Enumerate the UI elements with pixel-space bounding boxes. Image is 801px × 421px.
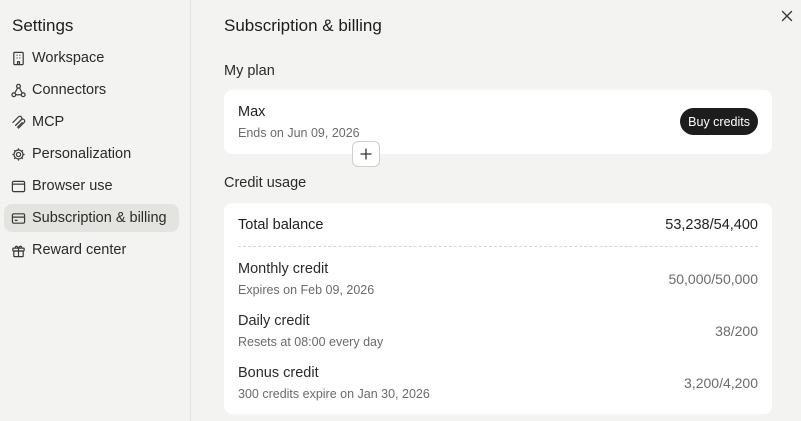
close-button[interactable] [779, 8, 795, 24]
plan-name: Max [238, 104, 266, 120]
building-icon [11, 51, 26, 66]
settings-sidebar: Settings Workspace Connectors MCP Person… [0, 0, 191, 421]
credit-detail: Resets at 08:00 every day [238, 335, 384, 349]
total-balance-label: Total balance [238, 217, 324, 233]
sidebar-item-label: Connectors [32, 82, 107, 98]
credit-value: 38/200 [715, 323, 758, 339]
sidebar-title: Settings [12, 16, 74, 35]
credit-usage-heading: Credit usage [224, 175, 307, 191]
credit-name: Monthly credit [238, 261, 329, 277]
add-button[interactable] [352, 141, 380, 167]
credit-usage-card: Total balance 53,238/54,400 Monthly cred… [224, 203, 772, 414]
sidebar-item-reward-center[interactable]: Reward center [4, 236, 179, 264]
credit-name: Daily credit [238, 313, 310, 329]
page-title: Subscription & billing [224, 16, 382, 35]
sidebar-item-personalization[interactable]: Personalization [4, 140, 179, 168]
gift-icon [11, 243, 26, 258]
buy-credits-button[interactable]: Buy credits [680, 108, 758, 135]
plus-icon [360, 148, 372, 160]
browser-icon [11, 179, 26, 194]
connectors-icon [11, 83, 26, 98]
sidebar-item-label: Subscription & billing [32, 210, 167, 226]
plan-end-date: Ends on Jun 09, 2026 [238, 126, 360, 140]
mcp-icon [11, 115, 26, 130]
sidebar-item-label: Personalization [32, 146, 132, 162]
plan-card: Max Ends on Jun 09, 2026 Buy credits [224, 90, 772, 167]
settings-nav: Workspace Connectors MCP Personalization… [4, 44, 179, 268]
total-balance-value: 53,238/54,400 [665, 217, 758, 233]
sidebar-item-label: MCP [32, 114, 65, 130]
sidebar-item-label: Workspace [32, 50, 105, 66]
my-plan-heading: My plan [224, 63, 275, 79]
close-icon [781, 10, 793, 22]
sidebar-item-mcp[interactable]: MCP [4, 108, 179, 136]
main-panel: Subscription & billing My plan Max Ends … [192, 0, 801, 421]
credit-row-monthly: Monthly credit Expires on Feb 09, 2026 5… [238, 261, 758, 301]
credit-card-icon [11, 211, 26, 226]
sidebar-item-connectors[interactable]: Connectors [4, 76, 179, 104]
sidebar-item-subscription-billing[interactable]: Subscription & billing [4, 204, 179, 232]
sidebar-item-browser-use[interactable]: Browser use [4, 172, 179, 200]
credit-detail: 300 credits expire on Jan 30, 2026 [238, 387, 430, 401]
gear-icon [11, 147, 26, 162]
credit-value: 3,200/4,200 [684, 375, 758, 391]
sidebar-item-label: Browser use [32, 178, 113, 194]
credit-name: Bonus credit [238, 365, 319, 381]
credit-row-bonus: Bonus credit 300 credits expire on Jan 3… [238, 365, 758, 405]
credit-value: 50,000/50,000 [668, 271, 758, 287]
total-balance-row: Total balance 53,238/54,400 [238, 215, 758, 247]
sidebar-item-label: Reward center [32, 242, 127, 258]
credit-row-daily: Daily credit Resets at 08:00 every day 3… [238, 313, 758, 353]
sidebar-item-workspace[interactable]: Workspace [4, 44, 179, 72]
credit-detail: Expires on Feb 09, 2026 [238, 283, 375, 297]
